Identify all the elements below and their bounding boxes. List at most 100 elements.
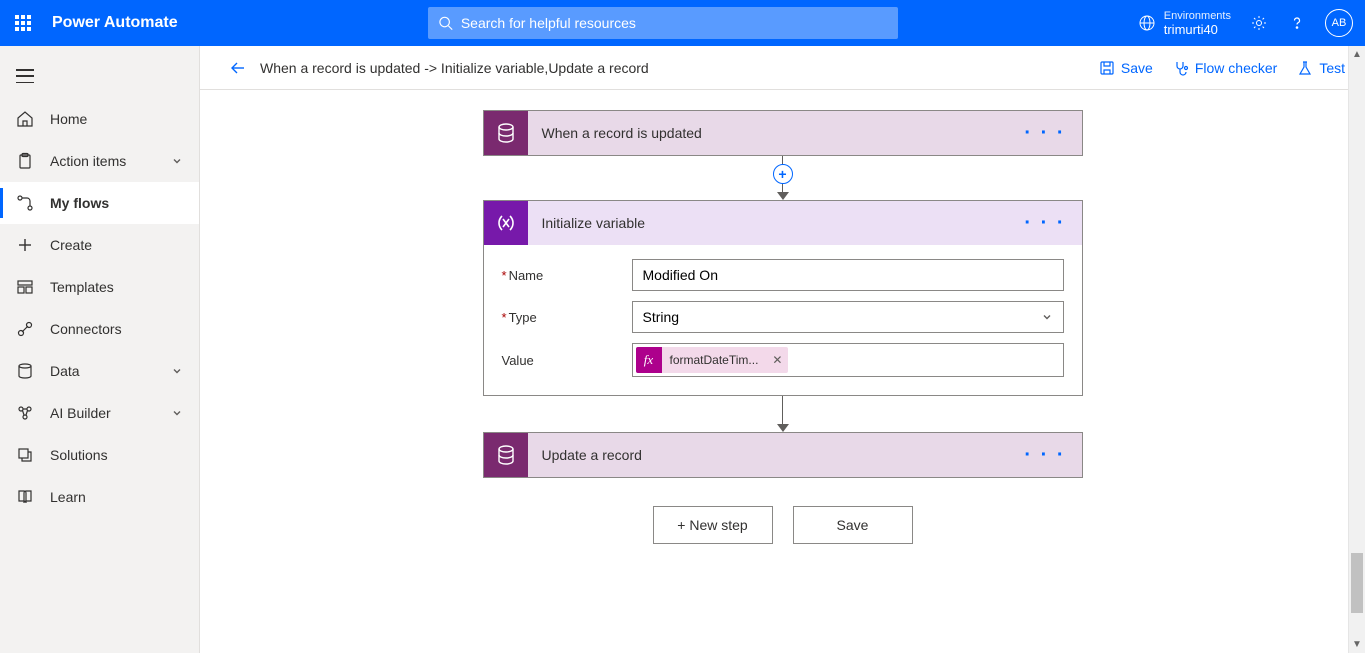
sidebar-item-home[interactable]: Home xyxy=(0,98,199,140)
ai-icon xyxy=(16,404,34,422)
search-icon xyxy=(438,15,453,31)
book-icon xyxy=(16,488,34,506)
back-button[interactable] xyxy=(224,54,252,82)
flow-checker-action[interactable]: Flow checker xyxy=(1173,60,1277,76)
sidebar-collapse-button[interactable] xyxy=(0,54,199,98)
step-title: Update a record xyxy=(528,447,1019,463)
new-step-button[interactable]: + New step xyxy=(653,506,773,544)
scroll-thumb[interactable] xyxy=(1351,553,1363,613)
top-right-controls: Environments trimurti40 AB xyxy=(1138,0,1365,46)
sidebar-item-label: My flows xyxy=(50,195,109,211)
hamburger-icon xyxy=(16,69,34,83)
sidebar-item-create[interactable]: Create xyxy=(0,224,199,266)
chevron-down-icon xyxy=(171,365,183,377)
chevron-down-icon xyxy=(1041,311,1053,323)
sidebar-item-learn[interactable]: Learn xyxy=(0,476,199,518)
stethoscope-icon xyxy=(1173,60,1189,76)
cds-icon xyxy=(484,111,528,155)
main-area: When a record is updated -> Initialize v… xyxy=(200,46,1365,653)
sidebar-item-label: Home xyxy=(50,111,87,127)
search-container xyxy=(428,7,898,39)
expression-token[interactable]: fx formatDateTim... ✕ xyxy=(636,347,789,373)
sidebar-item-solutions[interactable]: Solutions xyxy=(0,434,199,476)
clipboard-icon xyxy=(16,152,34,170)
sidebar-item-data[interactable]: Data xyxy=(0,350,199,392)
sidebar-item-label: AI Builder xyxy=(50,405,111,421)
sidebar-item-ai-builder[interactable]: AI Builder xyxy=(0,392,199,434)
save-action[interactable]: Save xyxy=(1099,60,1153,76)
step-title: Initialize variable xyxy=(528,215,1019,231)
canvas[interactable]: When a record is updated · · · + xyxy=(200,90,1365,653)
flow-column: When a record is updated · · · + xyxy=(483,110,1083,544)
brand-title: Power Automate xyxy=(46,14,208,32)
waffle-icon xyxy=(15,15,31,31)
templates-icon xyxy=(16,278,34,296)
sidebar-item-label: Data xyxy=(50,363,80,379)
save-icon xyxy=(1099,60,1115,76)
body: Home Action items My flows Create xyxy=(0,46,1365,653)
sidebar-item-templates[interactable]: Templates xyxy=(0,266,199,308)
breadcrumb: When a record is updated -> Initialize v… xyxy=(260,60,649,76)
chevron-down-icon xyxy=(171,407,183,419)
chevron-down-icon xyxy=(171,155,183,167)
scroll-track[interactable] xyxy=(1349,63,1365,636)
step-header[interactable]: Update a record · · · xyxy=(484,433,1082,477)
arrow-left-icon xyxy=(229,59,247,77)
toolbar-actions: Save Flow checker Test xyxy=(1099,60,1345,76)
step-header[interactable]: When a record is updated · · · xyxy=(484,111,1082,155)
field-label: *Name xyxy=(502,268,632,283)
fx-icon: fx xyxy=(636,347,662,373)
connector: + xyxy=(777,156,789,200)
flow-step-update-record: Update a record · · · xyxy=(483,432,1083,478)
sidebar-item-label: Connectors xyxy=(50,321,122,337)
name-input[interactable] xyxy=(632,259,1064,291)
env-label: Environments xyxy=(1164,9,1231,23)
help-button[interactable] xyxy=(1287,13,1307,33)
step-menu-button[interactable]: · · · xyxy=(1018,122,1071,145)
add-step-button[interactable]: + xyxy=(773,164,793,184)
sidebar-item-my-flows[interactable]: My flows xyxy=(0,182,199,224)
type-value: String xyxy=(643,309,680,325)
sidebar-item-label: Learn xyxy=(50,489,86,505)
sidebar-item-connectors[interactable]: Connectors xyxy=(0,308,199,350)
value-input[interactable]: fx formatDateTim... ✕ xyxy=(632,343,1064,377)
globe-icon xyxy=(1138,14,1156,32)
flask-icon xyxy=(1297,60,1313,76)
flow-step-initialize-variable: Initialize variable · · · *Name *Type St… xyxy=(483,200,1083,396)
user-avatar[interactable]: AB xyxy=(1325,9,1353,37)
search-box[interactable] xyxy=(428,7,898,39)
env-name: trimurti40 xyxy=(1164,23,1231,37)
sidebar-item-label: Solutions xyxy=(50,447,108,463)
token-remove-button[interactable]: ✕ xyxy=(766,353,788,367)
scroll-down-button[interactable]: ▼ xyxy=(1349,636,1365,653)
sidebar-item-label: Action items xyxy=(50,153,126,169)
save-label: Save xyxy=(1121,60,1153,76)
flow-checker-label: Flow checker xyxy=(1195,60,1277,76)
home-icon xyxy=(16,110,34,128)
save-button[interactable]: Save xyxy=(793,506,913,544)
scroll-up-button[interactable]: ▲ xyxy=(1349,46,1365,63)
test-label: Test xyxy=(1319,60,1345,76)
flow-icon xyxy=(16,194,34,212)
form-row-type: *Type String xyxy=(502,301,1064,333)
search-input[interactable] xyxy=(461,15,888,31)
form-row-name: *Name xyxy=(502,259,1064,291)
step-header[interactable]: Initialize variable · · · xyxy=(484,201,1082,245)
connector xyxy=(777,396,789,432)
vertical-scrollbar[interactable]: ▲ ▼ xyxy=(1348,46,1365,653)
connectors-icon xyxy=(16,320,34,338)
help-icon xyxy=(1288,14,1306,32)
test-action[interactable]: Test xyxy=(1297,60,1345,76)
sidebar-item-action-items[interactable]: Action items xyxy=(0,140,199,182)
type-select[interactable]: String xyxy=(632,301,1064,333)
top-header: Power Automate Environments trimurti40 A… xyxy=(0,0,1365,46)
step-menu-button[interactable]: · · · xyxy=(1018,444,1071,467)
field-label: Value xyxy=(502,353,632,368)
token-text: formatDateTim... xyxy=(662,353,767,367)
environment-picker[interactable]: Environments trimurti40 xyxy=(1138,9,1231,37)
app-launcher-button[interactable] xyxy=(0,0,46,46)
settings-button[interactable] xyxy=(1249,13,1269,33)
step-menu-button[interactable]: · · · xyxy=(1018,212,1071,235)
canvas-toolbar: When a record is updated -> Initialize v… xyxy=(200,46,1365,90)
cds-icon xyxy=(484,433,528,477)
